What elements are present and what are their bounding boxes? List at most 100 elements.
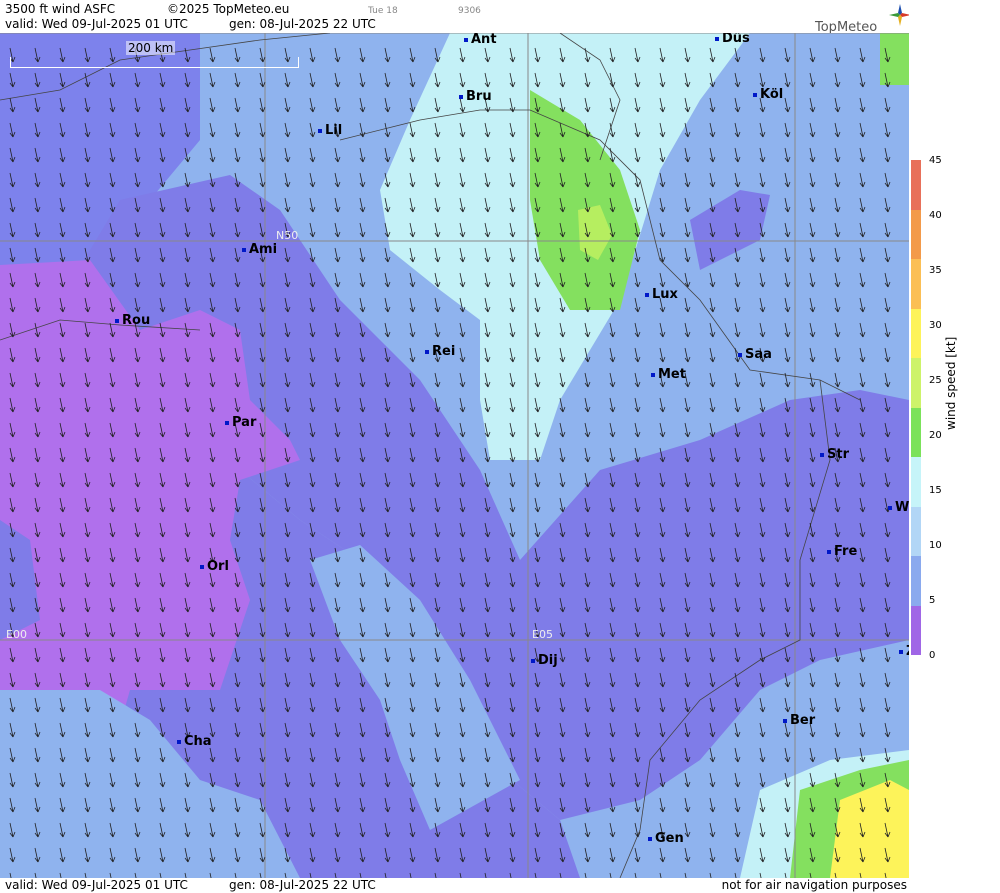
compass-icon <box>889 4 911 26</box>
city-label: Str <box>827 447 849 462</box>
day-tag: Tue 18 <box>368 6 398 16</box>
city-marker[interactable]: Saa <box>738 347 772 362</box>
city-dot <box>753 92 757 97</box>
city-dot <box>425 349 429 354</box>
city-marker[interactable]: Dij <box>531 653 558 668</box>
valid-time: valid: Wed 09-Jul-2025 01 UTC <box>5 17 188 31</box>
legend-tick: 25 <box>929 375 942 386</box>
generated-time: gen: 08-Jul-2025 22 UTC <box>229 17 376 31</box>
city-label: Ant <box>471 33 497 47</box>
city-marker[interactable]: Par <box>225 415 256 430</box>
legend-tick: 45 <box>929 155 942 166</box>
city-label: Ami <box>249 242 278 257</box>
city-label: Gen <box>655 831 684 846</box>
city-dot <box>783 718 787 723</box>
legend-color-segment <box>911 605 921 655</box>
city-dot <box>318 128 322 133</box>
legend-tick: 10 <box>929 540 942 551</box>
city-dot <box>464 37 468 42</box>
city-marker[interactable]: Orl <box>200 559 229 574</box>
city-label: Düs <box>722 33 750 46</box>
city-dot <box>531 658 535 663</box>
grid-label-e00: E00 <box>6 628 27 641</box>
wind-map[interactable]: 200 km N50 E00 E05 Ant Düs Bru Köl Lil A… <box>0 33 909 878</box>
city-dot <box>645 292 649 297</box>
city-marker[interactable]: Rou <box>115 313 150 328</box>
legend-color-segment <box>911 407 921 457</box>
city-dot <box>827 549 831 554</box>
disclaimer: not for air navigation purposes <box>721 878 907 892</box>
city-marker[interactable]: Ant <box>464 33 497 47</box>
city-marker[interactable]: W <box>888 500 909 515</box>
legend-color-segment <box>911 259 921 309</box>
city-dot <box>225 420 229 425</box>
city-marker[interactable]: Z <box>899 644 909 659</box>
city-dot <box>115 318 119 323</box>
legend-tick: 20 <box>929 430 942 441</box>
city-label: Bru <box>466 89 492 104</box>
city-dot <box>177 739 181 744</box>
city-dot <box>651 372 655 377</box>
city-label: Saa <box>745 347 772 362</box>
legend-color-segment <box>911 160 921 210</box>
city-label: Met <box>658 367 686 382</box>
city-label: Ber <box>790 713 816 728</box>
grid-label-e05: E05 <box>532 628 553 641</box>
legend-color-segment <box>911 457 921 507</box>
legend-tick: 40 <box>929 210 942 221</box>
city-marker[interactable]: Fre <box>827 544 857 559</box>
legend-color-segment <box>911 358 921 408</box>
legend-color-segment <box>911 556 921 606</box>
city-dot <box>738 352 742 357</box>
city-marker[interactable]: Bru <box>459 89 492 104</box>
legend-tick: 15 <box>929 485 942 496</box>
city-marker[interactable]: Rei <box>425 344 455 359</box>
city-label: Köl <box>760 87 784 102</box>
city-marker[interactable]: Köl <box>753 87 783 102</box>
city-label: Rei <box>432 344 456 359</box>
city-dot <box>200 564 204 569</box>
legend-tick: 30 <box>929 320 942 331</box>
city-label: Cha <box>184 734 212 749</box>
legend-axis-label: wind speed [kt] <box>944 336 958 430</box>
city-marker[interactable]: Düs <box>715 33 750 46</box>
city-dot <box>648 836 652 841</box>
footer-valid: valid: Wed 09-Jul-2025 01 UTC <box>5 878 188 892</box>
footer: valid: Wed 09-Jul-2025 01 UTC gen: 08-Ju… <box>0 878 909 893</box>
city-dot <box>459 94 463 99</box>
code-tag: 9306 <box>458 6 481 16</box>
city-label: Dij <box>538 653 558 668</box>
city-label: W <box>895 500 909 515</box>
city-label: Par <box>232 415 257 430</box>
city-dot <box>715 36 719 41</box>
copyright: ©2025 TopMeteo.eu <box>167 2 290 16</box>
grid-label-n50: N50 <box>276 229 299 242</box>
city-label: Fre <box>834 544 858 559</box>
footer-generated: gen: 08-Jul-2025 22 UTC <box>229 878 376 892</box>
city-marker[interactable]: Ber <box>783 713 815 728</box>
scale-label: 200 km <box>126 41 176 55</box>
city-marker[interactable]: Ami <box>242 242 277 257</box>
city-marker[interactable]: Str <box>820 447 849 462</box>
legend-color-segment <box>911 308 921 358</box>
city-marker[interactable]: Cha <box>177 734 212 749</box>
city-dot <box>899 649 903 654</box>
city-marker[interactable]: Met <box>651 367 686 382</box>
city-dot <box>820 452 824 457</box>
city-marker[interactable]: Lil <box>318 123 342 138</box>
city-marker[interactable]: Lux <box>645 287 678 302</box>
city-label: Rou <box>122 313 151 328</box>
topmeteo-logo: TopMeteo <box>815 4 911 35</box>
map-title: 3500 ft wind ASFC <box>5 2 116 16</box>
legend-tick: 5 <box>929 595 936 606</box>
scale-bar: 200 km <box>10 41 299 68</box>
wind-speed-legend: 45 40 35 30 25 20 15 10 5 0 wind speed [… <box>909 0 1000 893</box>
city-label: Lil <box>325 123 343 138</box>
city-label: Orl <box>207 559 229 574</box>
legend-color-segment <box>911 209 921 259</box>
city-dot <box>242 247 246 252</box>
city-dot <box>888 505 892 510</box>
city-marker[interactable]: Gen <box>648 831 684 846</box>
legend-color-bar <box>911 160 921 655</box>
wind-field <box>0 33 909 878</box>
